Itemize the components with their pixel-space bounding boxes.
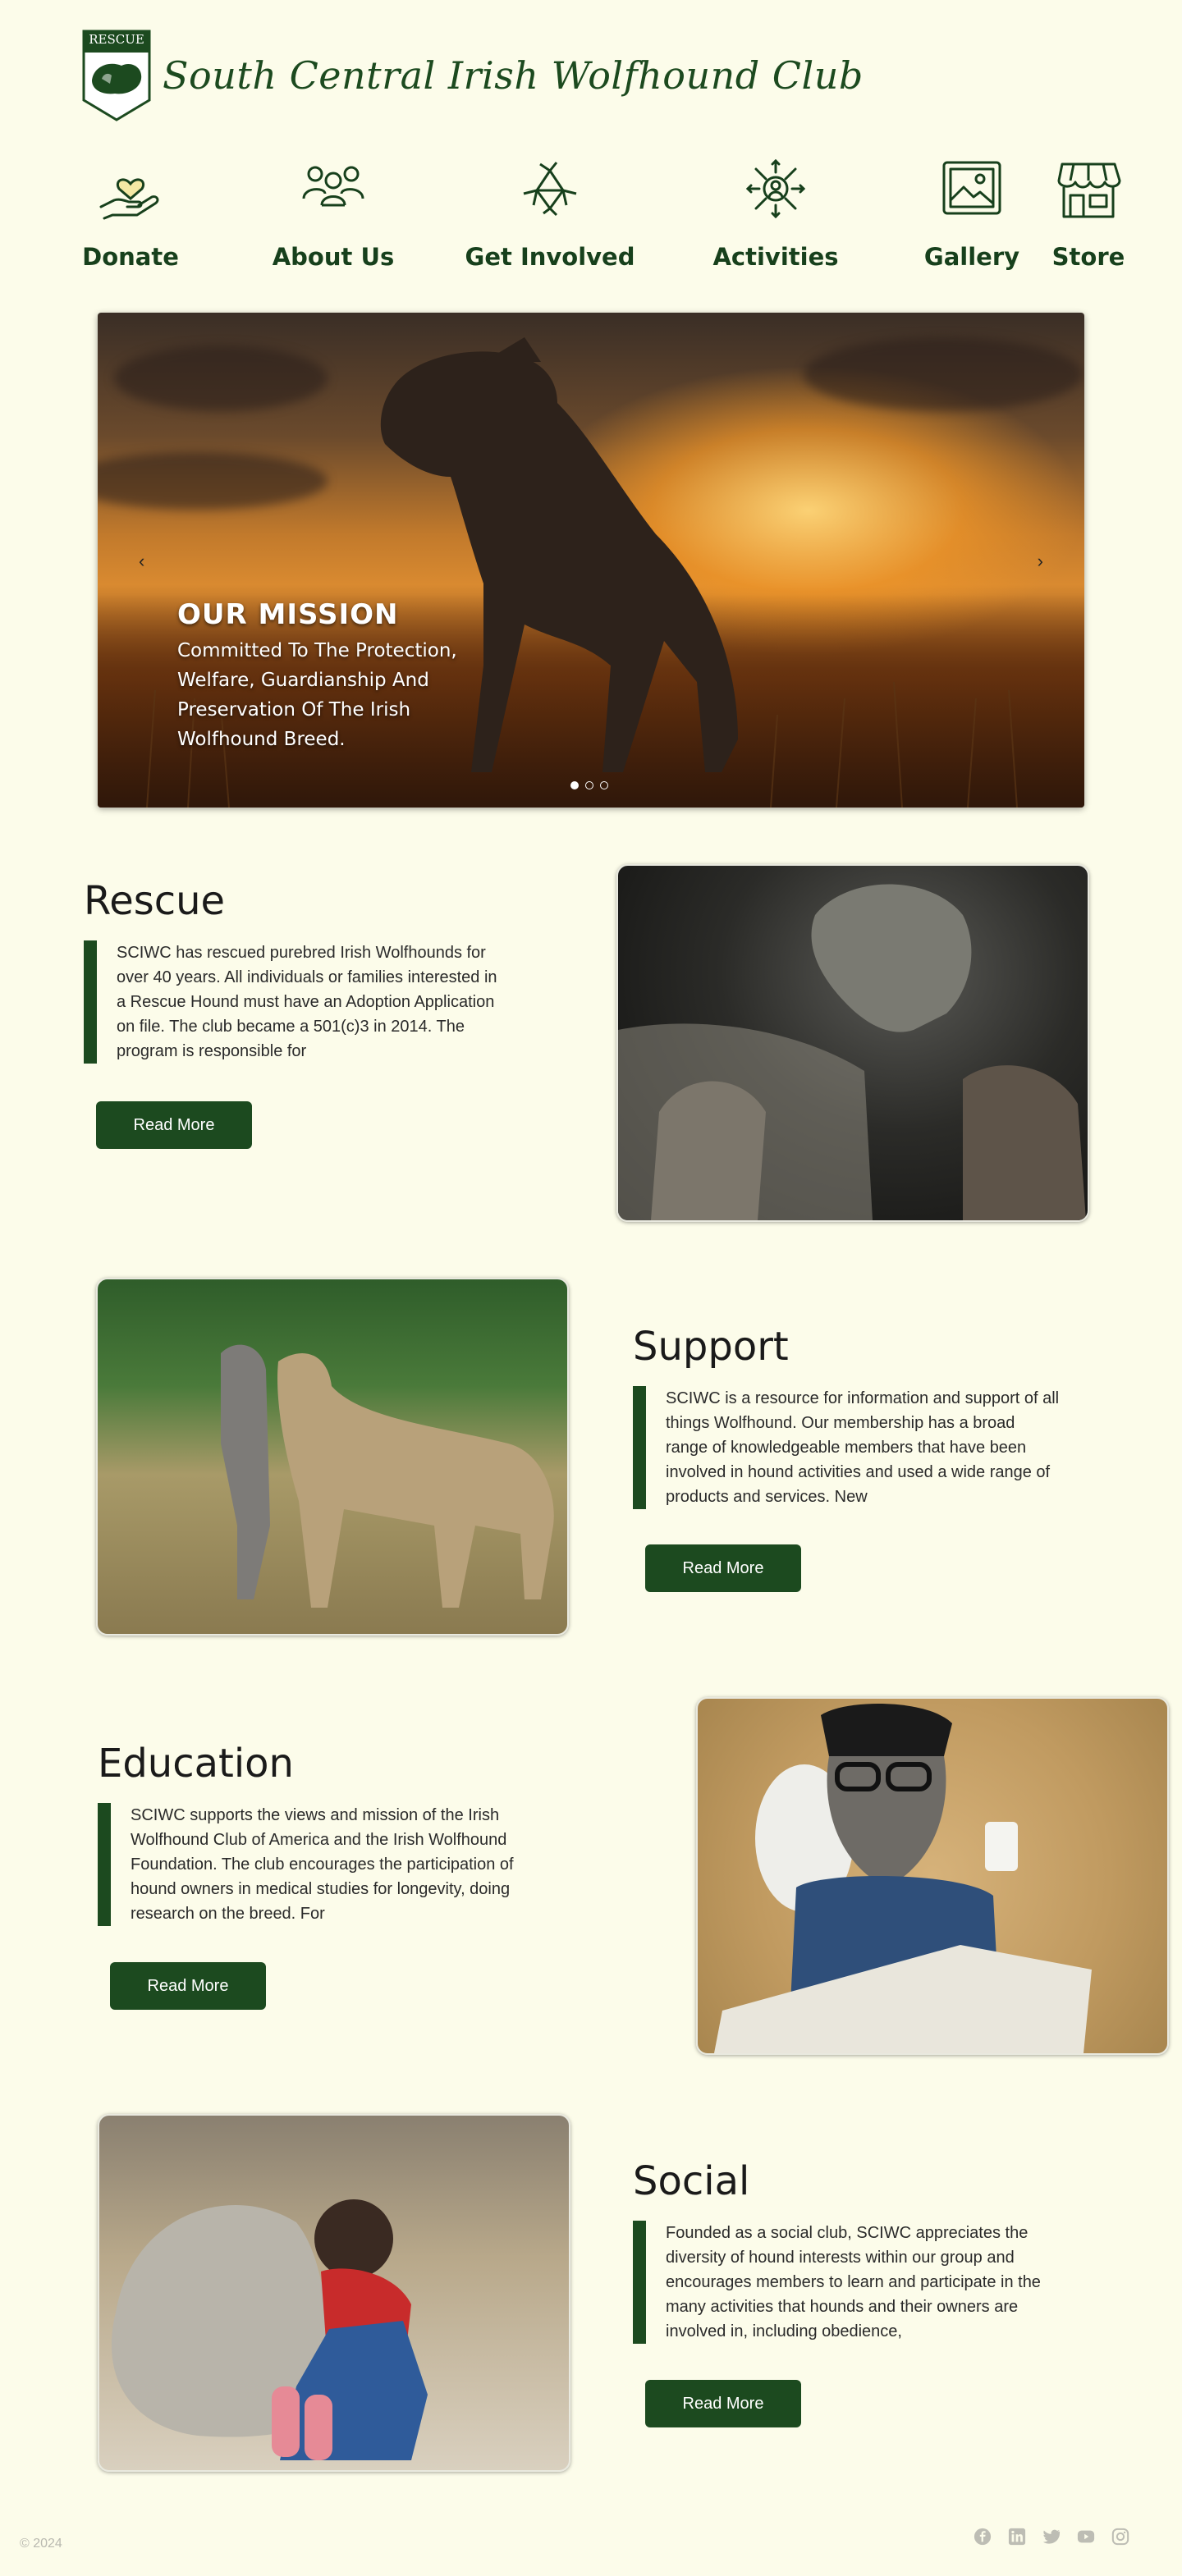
- footer-social-links: [974, 2528, 1129, 2546]
- carousel-dot-3[interactable]: [600, 781, 608, 789]
- footer-copyright: © 2024: [20, 2537, 62, 2551]
- nav-label-donate: Donate: [82, 243, 179, 271]
- hero-carousel[interactable]: ‹ › OUR MISSION Committed To The Protect…: [98, 313, 1084, 808]
- rescue-title: Rescue: [84, 878, 226, 924]
- club-logo[interactable]: RESCUE: [82, 30, 151, 121]
- network-person-icon: [745, 158, 806, 219]
- carousel-dots: [570, 781, 608, 789]
- logo-text: RESCUE: [89, 32, 144, 47]
- education-title: Education: [98, 1741, 294, 1787]
- youtube-icon[interactable]: [1077, 2528, 1095, 2546]
- education-read-more-button[interactable]: Read More: [110, 1962, 266, 2010]
- hero-next-arrow[interactable]: ›: [1038, 551, 1043, 572]
- rescue-photo-wolfhound-with-puppies: [616, 864, 1089, 1222]
- social-title: Social: [633, 2158, 750, 2204]
- linkedin-icon[interactable]: [1008, 2528, 1026, 2546]
- education-photo-wolfhound-reading-newspaper: [696, 1697, 1169, 2055]
- main-nav: Donate About Us Get Involved Activities …: [66, 154, 1125, 286]
- support-photo-two-wolfhounds-field: [96, 1278, 569, 1636]
- two-wolfhounds-image: [221, 1344, 554, 1608]
- site-title[interactable]: South Central Irish Wolfhound Club: [163, 53, 864, 98]
- rescue-body: SCIWC has rescued purebred Irish Wolfhou…: [84, 940, 511, 1064]
- support-title: Support: [633, 1324, 789, 1370]
- accent-bar: [633, 2221, 646, 2344]
- support-body: SCIWC is a resource for information and …: [633, 1386, 1060, 1509]
- accent-bar: [633, 1386, 646, 1509]
- rescue-read-more-button[interactable]: Read More: [96, 1101, 252, 1149]
- nav-label-about-us: About Us: [272, 243, 395, 271]
- carousel-dot-2[interactable]: [585, 781, 593, 789]
- nav-label-gallery: Gallery: [923, 243, 1020, 271]
- people-group-icon: [302, 166, 364, 207]
- rescue-text: SCIWC has rescued purebred Irish Wolfhou…: [117, 944, 497, 1060]
- wolfhound-puppies-image: [618, 884, 1086, 1220]
- social-photo-child-hugging-wolfhound: [98, 2114, 570, 2472]
- social-section: Social Founded as a social club, SCIWC a…: [633, 2158, 1060, 2344]
- support-read-more-button[interactable]: Read More: [645, 1544, 801, 1592]
- storefront-icon: [1057, 162, 1121, 218]
- education-body: SCIWC supports the views and mission of …: [98, 1803, 525, 1926]
- nav-item-store[interactable]: Store: [1016, 154, 1161, 271]
- social-text: Founded as a social club, SCIWC apprecia…: [666, 2224, 1041, 2340]
- support-section: Support SCIWC is a resource for informat…: [633, 1324, 1060, 1509]
- hero-prev-arrow[interactable]: ‹: [139, 551, 144, 572]
- accent-bar: [84, 940, 97, 1064]
- facebook-icon[interactable]: [974, 2528, 992, 2546]
- nav-label-activities: Activities: [712, 243, 839, 271]
- nav-item-donate[interactable]: Donate: [66, 154, 195, 271]
- accent-bar: [98, 1803, 111, 1926]
- site-header: RESCUE South Central Irish Wolfhound Clu…: [82, 30, 864, 121]
- twitter-icon[interactable]: [1042, 2528, 1061, 2546]
- hero-subtitle: Committed To The Protection, Welfare, Gu…: [177, 640, 457, 750]
- education-text: SCIWC supports the views and mission of …: [131, 1806, 514, 1923]
- carousel-dot-1[interactable]: [570, 781, 579, 789]
- nav-item-get-involved[interactable]: Get Involved: [443, 154, 657, 271]
- wolfhound-with-glasses-image: [714, 1704, 1092, 2053]
- rescue-section: Rescue SCIWC has rescued purebred Irish …: [84, 878, 511, 1064]
- picture-frame-icon: [942, 161, 1001, 215]
- support-text: SCIWC is a resource for information and …: [666, 1389, 1060, 1506]
- social-body: Founded as a social club, SCIWC apprecia…: [633, 2221, 1060, 2344]
- hero-text-block: OUR MISSION Committed To The Protection,…: [177, 598, 473, 754]
- hero-title: OUR MISSION: [177, 598, 399, 631]
- social-read-more-button[interactable]: Read More: [645, 2380, 801, 2427]
- education-section: Education SCIWC supports the views and m…: [98, 1741, 525, 1926]
- nav-item-activities[interactable]: Activities: [669, 154, 882, 271]
- joined-hands-icon: [523, 162, 577, 217]
- nav-item-about-us[interactable]: About Us: [251, 154, 415, 271]
- donate-heart-hand-icon: [99, 178, 159, 220]
- child-and-wolfhound-image: [111, 2199, 428, 2460]
- nav-label-store: Store: [1051, 243, 1125, 271]
- instagram-icon[interactable]: [1111, 2528, 1129, 2546]
- nav-label-get-involved: Get Involved: [465, 243, 635, 271]
